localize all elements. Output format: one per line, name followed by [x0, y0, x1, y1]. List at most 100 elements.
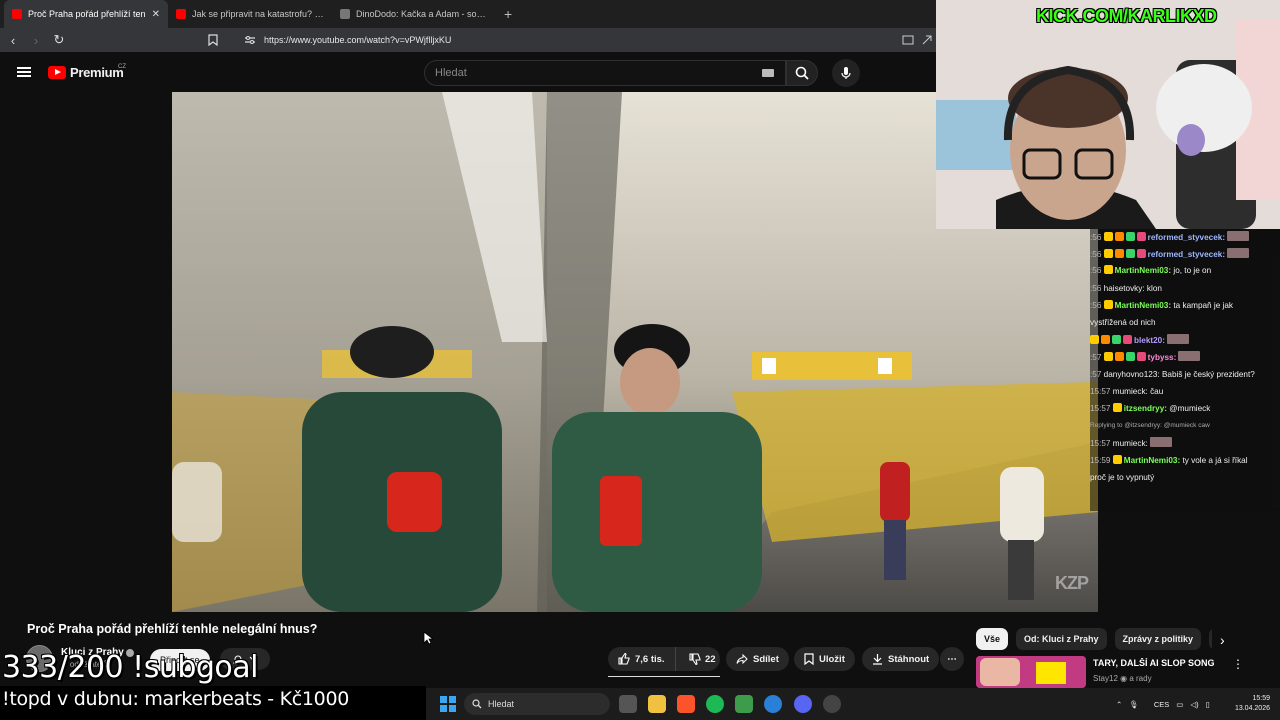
reload-icon[interactable]: ↻ [49, 30, 69, 50]
taskbar-search[interactable]: Hledat [464, 693, 610, 715]
chat-timestamp: 15:57 [1090, 439, 1111, 449]
cast-icon[interactable] [902, 35, 914, 45]
more-horizontal-icon: ⋯ [947, 653, 957, 665]
task-view-icon[interactable] [619, 695, 637, 713]
chat-badge-icon [1136, 352, 1146, 362]
chat-message: :57 tybyss: [1090, 351, 1201, 363]
more-vertical-icon[interactable]: ⋮ [1232, 657, 1244, 671]
chat-badge-icon [1103, 352, 1113, 362]
download-button[interactable]: Stáhnout [862, 647, 940, 671]
chip-all[interactable]: Vše [976, 628, 1009, 650]
taskbar-clock[interactable]: 15:59 13.04.2026 [1220, 694, 1270, 714]
browser-tab-bar: Proč Praha pořád přehlíží ten ✕ Jak se p… [0, 0, 936, 28]
youtube-favicon-icon [12, 9, 22, 19]
discord-icon[interactable] [794, 695, 812, 713]
tab-praha-video[interactable]: Proč Praha pořád přehlíží ten ✕ [4, 0, 168, 28]
chat-username[interactable]: MartinNemi03: [1115, 266, 1171, 275]
more-actions-button[interactable]: ⋯ [940, 647, 964, 671]
chat-message: :56 MartinNemi03: jo, to je on [1090, 265, 1211, 276]
bookmark-icon[interactable] [208, 34, 218, 46]
network-icon[interactable]: ▭ [1176, 700, 1183, 709]
brave-browser-icon[interactable] [677, 695, 695, 713]
chat-username[interactable]: MartinNemi03: [1115, 301, 1171, 310]
chat-badge-icon [1136, 249, 1146, 259]
search-input[interactable]: Hledat [424, 60, 786, 86]
page-favicon-icon [340, 9, 350, 19]
chat-badge-icon [1103, 232, 1113, 241]
save-button[interactable]: Uložit [794, 647, 855, 671]
chat-username[interactable]: reformed_styvecek: [1148, 250, 1225, 259]
chat-message: :56 reformed_styvecek: [1090, 231, 1250, 243]
taskbar-search-placeholder: Hledat [488, 699, 515, 709]
settings-app-icon[interactable] [823, 695, 841, 713]
chat-username[interactable]: reformed_styvecek: [1148, 233, 1225, 242]
app-icon[interactable] [735, 695, 753, 713]
like-dislike-group: 7,6 tis. 22 [608, 647, 720, 671]
search-button[interactable] [786, 60, 818, 86]
chat-text: danyhovno123: Babiš je český prezident? [1103, 369, 1255, 379]
language-indicator[interactable]: CES [1154, 700, 1169, 709]
file-explorer-icon[interactable] [648, 695, 666, 713]
battery-icon[interactable]: ▯ [1206, 700, 1210, 709]
like-count: 7,6 tis. [635, 653, 665, 665]
share-page-icon[interactable] [922, 35, 932, 45]
chevron-up-icon[interactable]: ⌃ [1116, 700, 1122, 709]
windows-start-icon[interactable] [440, 696, 456, 712]
microphone-tray-icon[interactable]: 🎙 [1129, 700, 1139, 709]
youtube-play-icon [48, 66, 66, 79]
tab-dinododo[interactable]: DinoDodo: Kačka a Adam - sourozen [332, 0, 496, 28]
chip-channel[interactable]: Od: Kluci z Prahy [1016, 628, 1107, 650]
chat-message: 15:57 mumieck: čau [1090, 386, 1163, 397]
spotify-icon[interactable] [706, 695, 724, 713]
youtube-logo[interactable]: Premium [48, 65, 124, 80]
save-label: Uložit [819, 653, 845, 665]
chip-more[interactable]: S [1209, 628, 1212, 650]
search-icon [795, 66, 809, 80]
close-tab-icon[interactable]: ✕ [152, 9, 160, 20]
new-tab-button[interactable]: + [496, 6, 520, 22]
dislike-button[interactable]: 22 [681, 653, 716, 665]
recommendation-title[interactable]: TARY, DALŠÍ AI SLOP SONG [1093, 658, 1223, 668]
chip-politics[interactable]: Zprávy z politiky [1114, 628, 1202, 650]
chat-message: :57 danyhovno123: Babiš je český prezide… [1090, 369, 1255, 380]
voice-search-button[interactable] [832, 59, 860, 87]
chat-username[interactable]: blekt20: [1134, 336, 1165, 345]
chat-message: :56 reformed_styvecek: [1090, 248, 1250, 260]
chat-text: mumieck: čau [1112, 386, 1164, 396]
tab-label: Proč Praha pořád přehlíží ten [28, 9, 146, 19]
channel-watermark: KZP [1055, 573, 1089, 593]
chat-message: 15:57 itzsendryy: @mumieck [1090, 403, 1210, 414]
refresh-app-icon[interactable] [764, 695, 782, 713]
chat-badge-icon [1136, 232, 1146, 241]
share-button[interactable]: Sdílet [726, 647, 789, 671]
back-arrow-icon[interactable]: ‹ [3, 30, 23, 50]
chat-timestamp: 15:57 [1090, 404, 1111, 413]
chevron-right-icon[interactable]: › [1220, 632, 1225, 648]
chat-emote-icon [1227, 248, 1250, 259]
clock-time: 15:59 [1252, 695, 1270, 702]
recommendation-thumbnail[interactable] [976, 656, 1086, 688]
subgoal-text: 333/200 !subgoal [2, 650, 259, 685]
chat-badge-icon [1103, 265, 1113, 275]
chat-badge-icon [1112, 335, 1121, 345]
filter-chips: Vše Od: Kluci z Prahy Zprávy z politiky … [976, 628, 1212, 650]
forward-arrow-icon[interactable]: › [26, 30, 46, 50]
tab-katastrofa[interactable]: Jak se připravit na katastrofu? | What [168, 0, 332, 28]
chat-timestamp: 15:57 [1090, 386, 1111, 396]
chat-badge-icon [1112, 403, 1122, 412]
url-box[interactable]: https://www.youtube.com/watch?v=vPWjfllj… [208, 31, 894, 49]
chat-emote-icon [1166, 334, 1189, 345]
chat-username[interactable]: tybyss: [1148, 353, 1177, 362]
volume-icon[interactable]: ◁) [1190, 700, 1198, 709]
bookmark-icon [804, 653, 814, 665]
thumbnail-image [976, 656, 1086, 688]
site-settings-icon[interactable] [244, 35, 256, 45]
microphone-icon [841, 67, 851, 79]
chat-username[interactable]: itzsendryy: [1124, 404, 1167, 413]
keyboard-icon[interactable] [762, 69, 774, 77]
chat-timestamp: :56 [1090, 233, 1102, 242]
hamburger-menu-icon[interactable] [17, 67, 31, 77]
like-button[interactable]: 7,6 tis. [608, 647, 676, 671]
chat-username[interactable]: MartinNemi03: [1124, 456, 1180, 465]
chat-badge-icon [1114, 352, 1124, 362]
